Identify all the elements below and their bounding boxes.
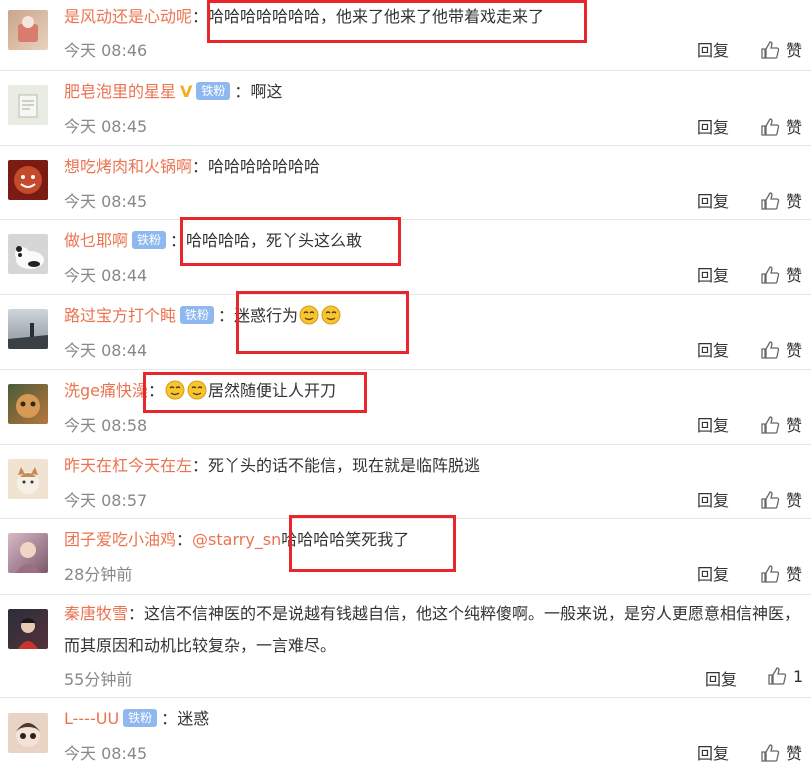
thumbs-up-icon <box>761 491 780 509</box>
reply-button[interactable]: 回复 <box>697 561 729 585</box>
mention-link[interactable]: @starry_sn <box>192 530 281 549</box>
thumbs-up-icon <box>761 744 780 762</box>
reply-button[interactable]: 回复 <box>705 666 737 690</box>
reply-button[interactable]: 回复 <box>697 412 729 436</box>
timestamp: 今天 08:58 <box>64 416 148 435</box>
username[interactable]: L----UU <box>64 709 119 728</box>
like-button[interactable]: 1 <box>767 666 803 686</box>
comment-text: 哈哈哈哈哈哈哈 <box>208 157 321 176</box>
comment-text: 啊这 <box>250 82 283 101</box>
highlight-box <box>289 515 456 572</box>
thumbs-up-icon <box>761 192 780 210</box>
username[interactable]: 想吃烤肉和火锅啊 <box>64 157 192 176</box>
avatar[interactable] <box>8 160 48 200</box>
timestamp: 今天 08:44 <box>64 266 148 285</box>
reply-button[interactable]: 回复 <box>697 37 729 61</box>
fan-badge: 铁粉 <box>196 82 231 100</box>
timestamp: 28分钟前 <box>64 565 133 584</box>
reply-button[interactable]: 回复 <box>697 188 729 212</box>
highlight-box <box>207 0 587 43</box>
fan-badge: 铁粉 <box>132 231 167 249</box>
username[interactable]: 洗ge痛快澡 <box>64 381 148 400</box>
avatar[interactable] <box>8 533 48 573</box>
username[interactable]: 路过宝方打个盹 <box>64 306 176 325</box>
reply-button[interactable]: 回复 <box>697 337 729 361</box>
timestamp: 今天 08:57 <box>64 491 148 510</box>
verified-v-icon: V <box>180 82 193 101</box>
highlight-box <box>143 372 367 413</box>
avatar[interactable] <box>8 10 48 50</box>
like-button[interactable]: 赞 <box>760 37 802 61</box>
reply-button[interactable]: 回复 <box>697 740 729 764</box>
username[interactable]: 昨天在杠今天在左 <box>64 456 192 475</box>
reply-button[interactable]: 回复 <box>697 114 729 138</box>
username[interactable]: 是风动还是心动呢 <box>64 7 192 26</box>
avatar[interactable] <box>8 85 48 125</box>
thumbs-up-icon <box>761 416 780 434</box>
timestamp: 今天 08:45 <box>64 117 148 136</box>
timestamp: 今天 08:44 <box>64 341 148 360</box>
highlight-box <box>180 217 401 266</box>
username[interactable]: 秦唐牧雪 <box>64 604 128 623</box>
fan-badge: 铁粉 <box>180 306 215 324</box>
thumbs-up-icon <box>761 118 780 136</box>
username[interactable]: 做乜耶啊 <box>64 231 128 250</box>
comment-text: 这信不信神医的不是说越有钱越自信，他这个纯粹傻啊。一般来说，是穷人更愿意相信神医… <box>64 604 801 655</box>
comment-text: 迷惑 <box>177 709 210 728</box>
like-button[interactable]: 赞 <box>760 337 802 361</box>
username[interactable]: 团子爱吃小油鸡 <box>64 530 176 549</box>
avatar[interactable] <box>8 713 48 753</box>
reply-button[interactable]: 回复 <box>697 262 729 286</box>
thumbs-up-icon <box>761 266 780 284</box>
thumbs-up-icon <box>761 565 780 583</box>
avatar[interactable] <box>8 609 48 649</box>
like-button[interactable]: 赞 <box>760 561 802 585</box>
comment-text: 死丫头的话不能信，现在就是临阵脱逃 <box>208 456 481 475</box>
thumbs-up-icon <box>768 667 787 685</box>
highlight-box <box>236 291 409 354</box>
like-button[interactable]: 赞 <box>760 412 802 436</box>
thumbs-up-icon <box>761 41 780 59</box>
like-button[interactable]: 赞 <box>760 114 802 138</box>
reply-button[interactable]: 回复 <box>697 487 729 511</box>
avatar[interactable] <box>8 459 48 499</box>
timestamp: 今天 08:45 <box>64 192 148 211</box>
timestamp: 今天 08:46 <box>64 41 148 60</box>
like-button[interactable]: 赞 <box>760 188 802 212</box>
like-button[interactable]: 赞 <box>760 487 802 511</box>
avatar[interactable] <box>8 234 48 274</box>
avatar[interactable] <box>8 309 48 349</box>
thumbs-up-icon <box>761 341 780 359</box>
like-button[interactable]: 赞 <box>760 740 802 764</box>
username[interactable]: 肥皂泡里的星星 <box>64 82 176 101</box>
like-button[interactable]: 赞 <box>760 262 802 286</box>
fan-badge: 铁粉 <box>123 709 158 727</box>
timestamp: 今天 08:45 <box>64 744 148 763</box>
avatar[interactable] <box>8 384 48 424</box>
timestamp: 55分钟前 <box>64 670 133 689</box>
